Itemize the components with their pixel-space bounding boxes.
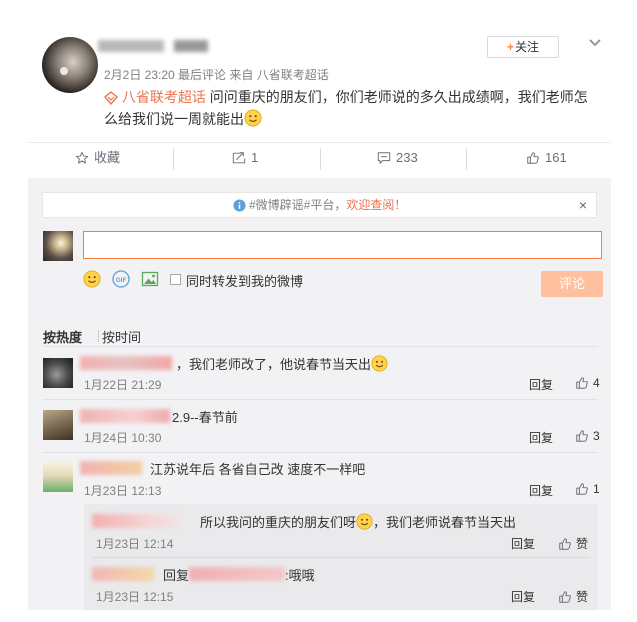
sort-by-hot-tab[interactable]: 按热度 — [43, 327, 82, 346]
submit-comment-button[interactable]: 评论 — [541, 271, 603, 297]
reply-like-button[interactable]: 赞 — [558, 535, 588, 552]
reply-button[interactable]: 回复 — [511, 535, 535, 552]
notice-link[interactable]: 欢迎查阅！ — [346, 198, 406, 212]
svg-text:GIF: GIF — [116, 277, 127, 284]
commenter-name-redacted[interactable] — [80, 356, 172, 370]
reply-prefix: 回复 — [163, 568, 190, 583]
reply-text: :哦哦 — [285, 568, 315, 583]
forward-count: 1 — [251, 150, 259, 165]
comment-text: 2.9--春节前 — [172, 410, 238, 425]
reply-button[interactable]: 回复 — [511, 588, 535, 605]
comment-time: 1月24日 10:30 — [84, 431, 162, 445]
comment-time: 1月22日 21:29 — [84, 378, 162, 392]
forward-checkbox-label[interactable]: 同时转发到我的微博 — [186, 271, 303, 290]
smile-face-icon — [371, 355, 388, 372]
smile-face-icon — [244, 109, 262, 127]
replier-name-redacted[interactable] — [92, 567, 154, 581]
star-outline-icon — [75, 151, 89, 164]
thumbs-up-icon — [575, 376, 589, 390]
reply-target-name-redacted[interactable] — [189, 567, 285, 581]
image-icon[interactable] — [141, 270, 159, 288]
plus-icon: + — [506, 40, 514, 54]
comment-panel: #微博辟谣#平台，欢迎查阅！ × GIF 同时转发到我的微博 评论 按热度 按时… — [28, 178, 611, 610]
thumbs-up-icon — [526, 151, 540, 165]
thumbs-up-icon — [575, 429, 589, 443]
commenter-avatar[interactable] — [43, 410, 73, 440]
reply-button[interactable]: 回复 — [529, 429, 553, 446]
post-meta: 2月2日 23:20 最后评论 来自 八省联考超话 — [104, 68, 329, 82]
author-avatar[interactable] — [42, 37, 98, 93]
comment-like-button[interactable]: 1 — [575, 482, 600, 496]
smile-face-icon[interactable] — [83, 270, 101, 288]
thumbs-up-icon — [558, 590, 572, 604]
commenter-avatar[interactable] — [43, 462, 73, 492]
close-icon[interactable]: × — [579, 193, 587, 217]
action-bar: 收藏 1 233 161 — [28, 142, 611, 173]
comment-time: 1月23日 12:13 — [84, 484, 162, 498]
rumor-notice-bar: #微博辟谣#平台，欢迎查阅！ × — [42, 192, 597, 218]
like-button[interactable]: 161 — [526, 143, 567, 173]
like-count: 161 — [545, 150, 567, 165]
commenter-name-redacted[interactable] — [80, 409, 170, 423]
chevron-down-icon[interactable] — [586, 33, 604, 51]
thumbs-up-icon — [575, 482, 589, 496]
supertopic-tag-link[interactable]: 八省联考超话 — [122, 89, 206, 105]
comment-button[interactable]: 233 — [377, 143, 418, 173]
sort-by-time-tab[interactable]: 按时间 — [102, 327, 141, 346]
thumbs-up-icon — [558, 537, 572, 551]
comment-text: ，我们老师改了，他说春节当天出 — [176, 354, 388, 373]
follow-label: 关注 — [515, 40, 540, 54]
reply-thread: 所以我问的重庆的朋友们呀 ，我们老师说春节当天出 1月23日 12:14 回复 赞… — [84, 504, 598, 610]
forward-arrow-icon — [232, 152, 246, 164]
supertopic-diamond-icon — [104, 91, 118, 105]
forward-button[interactable]: 1 — [232, 143, 258, 173]
comment-bubble-icon — [377, 152, 391, 164]
reply-time: 1月23日 12:15 — [96, 590, 174, 604]
reply-button[interactable]: 回复 — [529, 482, 553, 499]
reply-time: 1月23日 12:14 — [96, 537, 174, 551]
laughing-face-icon — [356, 513, 373, 530]
collect-button[interactable]: 收藏 — [75, 143, 120, 173]
author-name-redacted[interactable] — [98, 38, 208, 54]
comment-count: 233 — [396, 150, 418, 165]
commenter-name-redacted[interactable] — [80, 461, 142, 475]
info-circle-icon — [233, 199, 246, 212]
comment-like-button[interactable]: 4 — [575, 376, 600, 390]
replier-name-redacted[interactable] — [92, 514, 192, 528]
my-avatar[interactable] — [43, 231, 73, 261]
follow-button[interactable]: +关注 — [487, 36, 559, 58]
commenter-avatar[interactable] — [43, 358, 73, 388]
reply-button[interactable]: 回复 — [529, 376, 553, 393]
comment-like-button[interactable]: 3 — [575, 429, 600, 443]
post-text-line2: 么给我们说一周就能出 — [104, 111, 244, 127]
gif-icon[interactable]: GIF — [112, 270, 130, 288]
collect-label: 收藏 — [94, 150, 121, 165]
post-body: 八省联考超话 问问重庆的朋友们，你们老师说的多久出成绩啊，我们老师怎 么给我们说… — [104, 86, 604, 130]
reply-text: 所以我问的重庆的朋友们呀 ，我们老师说春节当天出 — [200, 513, 517, 530]
reply-like-button[interactable]: 赞 — [558, 588, 588, 605]
comment-input[interactable] — [83, 231, 602, 259]
comment-text: 江苏说年后 各省自己改 速度不一样吧 — [150, 462, 366, 477]
post-text-line1: 问问重庆的朋友们，你们老师说的多久出成绩啊，我们老师怎 — [205, 89, 588, 105]
forward-checkbox[interactable] — [170, 274, 181, 285]
notice-text: #微博辟谣#平台， — [248, 198, 347, 212]
